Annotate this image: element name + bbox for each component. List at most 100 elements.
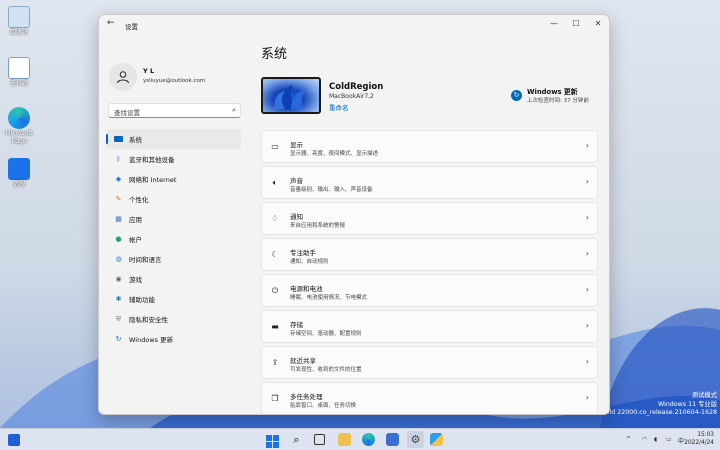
chevron-right-icon: › xyxy=(585,249,589,258)
sidebar-item-label: 应用 xyxy=(129,216,142,224)
back-arrow-icon[interactable]: ← xyxy=(107,18,115,28)
title-bar[interactable]: ← 设置 — ☐ ✕ xyxy=(99,15,609,33)
bell-icon: ♢ xyxy=(271,214,279,223)
display-icon: ▭ xyxy=(271,142,279,151)
card-subtitle: 存储空间、驱动器、配置规则 xyxy=(290,331,362,337)
sidebar: Y L ysliuyue@outlook.com 查找设置 ⌕ 系统 ᛒ 蓝牙和… xyxy=(99,33,249,414)
power-icon: ⏻ xyxy=(271,286,279,295)
speaker-icon[interactable]: ◖ xyxy=(654,436,657,443)
multitask-icon: ❐ xyxy=(271,394,279,403)
close-button[interactable]: ✕ xyxy=(587,17,609,31)
desktop-icon-edge[interactable]: Microsoft Edge xyxy=(3,107,35,146)
sidebar-item-time-language[interactable]: ◍ 时间和语言 xyxy=(106,249,241,269)
card-notifications[interactable]: ♢ 通知 来自应用和系统的警报 › xyxy=(261,202,598,235)
windows-update-title[interactable]: Windows 更新 xyxy=(527,86,578,96)
card-nearby-sharing[interactable]: ⇪ 就近共享 可发现性、收到的文件的位置 › xyxy=(261,346,598,379)
sidebar-item-gaming[interactable]: ◉ 游戏 xyxy=(106,269,241,289)
sidebar-item-label: 帐户 xyxy=(129,236,142,244)
sidebar-item-privacy[interactable]: ⛨ 隐私和安全性 xyxy=(106,309,241,329)
rename-link[interactable]: 重命名 xyxy=(329,102,349,112)
main-content: 系统 ColdRegion MacBookAir7,2 重命名 ↻ Window… xyxy=(259,33,609,414)
recycle-bin-icon xyxy=(8,6,30,28)
battery-icon[interactable]: ▭ xyxy=(666,436,672,443)
sidebar-item-label: 隐私和安全性 xyxy=(129,316,168,324)
card-subtitle: 显示器、亮度、夜间模式、显示描述 xyxy=(290,151,379,157)
sidebar-item-system[interactable]: 系统 xyxy=(106,129,241,149)
user-email: ysliuyue@outlook.com xyxy=(143,78,206,84)
desktop-icon-label: Microsoft Edge xyxy=(5,130,33,145)
sidebar-item-bluetooth[interactable]: ᛒ 蓝牙和其他设备 xyxy=(106,149,241,169)
card-subtitle: 通知、自动规则 xyxy=(290,259,329,265)
windows-update-icon[interactable]: ↻ xyxy=(511,90,522,101)
settings-icon[interactable]: ⚙ xyxy=(407,431,424,448)
card-title: 通知 xyxy=(290,213,303,221)
security-icon[interactable] xyxy=(430,433,443,446)
taskbar: ⌕ ⚙ ^ ◠ ◖ ▭ 中 15:03 2022/4/24 xyxy=(0,428,720,450)
sidebar-item-windows-update[interactable]: ↻ Windows 更新 xyxy=(106,329,241,349)
search-icon: ⌕ xyxy=(232,106,236,114)
sidebar-item-accessibility[interactable]: ✱ 辅助功能 xyxy=(106,289,241,309)
avatar[interactable] xyxy=(109,63,137,91)
desktop-icon-label: 远程 xyxy=(12,181,25,188)
chevron-right-icon: › xyxy=(585,213,589,222)
desktop-icon-remote[interactable]: 远程 xyxy=(3,158,35,189)
card-title: 显示 xyxy=(290,141,303,149)
card-focus-assist[interactable]: ☾ 专注助手 通知、自动规则 › xyxy=(261,238,598,271)
edge-icon[interactable] xyxy=(362,433,375,446)
remote-desktop-icon xyxy=(8,158,30,180)
device-thumbnail xyxy=(261,77,321,114)
chevron-right-icon: › xyxy=(585,357,589,366)
sidebar-item-label: Windows 更新 xyxy=(129,336,174,344)
minimize-button[interactable]: — xyxy=(543,17,565,31)
card-title: 多任务处理 xyxy=(290,393,323,401)
card-title: 声音 xyxy=(290,177,303,185)
person-icon xyxy=(117,71,129,84)
card-subtitle: 来自应用和系统的警报 xyxy=(290,223,346,229)
clock[interactable]: 15:03 2022/4/24 xyxy=(684,431,714,447)
desktop-icon-untitled[interactable]: 无标题 xyxy=(3,57,35,88)
task-view-icon[interactable] xyxy=(314,434,325,445)
file-explorer-icon[interactable] xyxy=(338,433,351,446)
clock-time: 15:03 xyxy=(697,432,714,438)
speaker-icon: 🔈︎ xyxy=(272,178,278,187)
nav-list: 系统 ᛒ 蓝牙和其他设备 ◆ 网络和 Internet ✎ 个性化 ▦ 应用 ●… xyxy=(106,129,241,349)
desktop-icon-recycle-bin[interactable]: 回收站 xyxy=(3,6,35,37)
maximize-button[interactable]: ☐ xyxy=(565,17,587,31)
widgets-icon[interactable] xyxy=(8,434,20,446)
sidebar-item-label: 辅助功能 xyxy=(129,296,155,304)
search-placeholder: 查找设置 xyxy=(114,109,140,117)
brush-icon: ✎ xyxy=(115,195,122,203)
clock-date: 2022/4/24 xyxy=(684,440,714,446)
start-icon[interactable] xyxy=(266,433,279,448)
ime-indicator[interactable]: 中 xyxy=(678,436,684,445)
wifi-icon[interactable]: ◠ xyxy=(642,436,647,443)
sidebar-item-personalization[interactable]: ✎ 个性化 xyxy=(106,189,241,209)
card-storage[interactable]: ▬ 存储 存储空间、驱动器、配置规则 › xyxy=(261,310,598,343)
chevron-right-icon: › xyxy=(585,321,589,330)
globe-clock-icon: ◍ xyxy=(115,255,122,263)
sidebar-item-accounts[interactable]: ● 帐户 xyxy=(106,229,241,249)
card-title: 专注助手 xyxy=(290,249,316,257)
card-multitasking[interactable]: ❐ 多任务处理 贴靠窗口、桌面、任务切换 › xyxy=(261,382,598,414)
search-icon[interactable]: ⌕ xyxy=(290,433,303,446)
apps-icon: ▦ xyxy=(115,215,122,223)
chevron-right-icon: › xyxy=(585,285,589,294)
card-subtitle: 音量级别、输出、输入、声音设备 xyxy=(290,187,373,193)
card-power-battery[interactable]: ⏻ 电源和电池 睡眠、电池使用情况、节电模式 › xyxy=(261,274,598,307)
card-display[interactable]: ▭ 显示 显示器、亮度、夜间模式、显示描述 › xyxy=(261,130,598,163)
moon-icon: ☾ xyxy=(271,250,279,259)
watermark-line: Windows 11 专业版 xyxy=(657,400,717,408)
card-subtitle: 睡眠、电池使用情况、节电模式 xyxy=(290,295,368,301)
chevron-up-icon[interactable]: ^ xyxy=(626,436,631,443)
bloom-icon xyxy=(274,85,307,109)
card-title: 存储 xyxy=(290,321,303,329)
store-icon[interactable] xyxy=(386,433,399,446)
device-name: ColdRegion xyxy=(329,82,384,92)
monitor-icon xyxy=(114,135,123,144)
sidebar-item-network[interactable]: ◆ 网络和 Internet xyxy=(106,169,241,189)
search-input[interactable]: 查找设置 ⌕ xyxy=(108,103,241,118)
card-sound[interactable]: 🔈︎ 声音 音量级别、输出、输入、声音设备 › xyxy=(261,166,598,199)
sidebar-item-apps[interactable]: ▦ 应用 xyxy=(106,209,241,229)
person-icon: ● xyxy=(115,235,122,243)
windows-logo xyxy=(266,435,279,448)
